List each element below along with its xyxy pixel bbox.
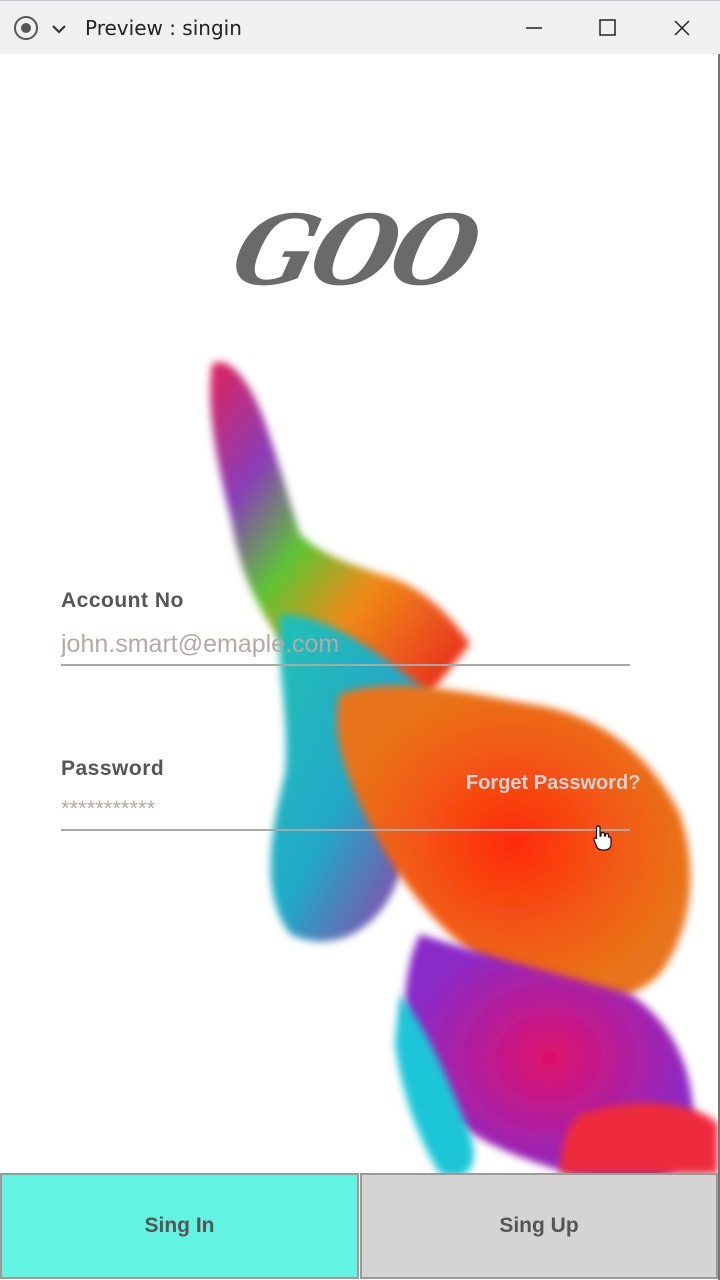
sign-up-button[interactable]: Sing Up — [360, 1173, 718, 1279]
logo-text: GOO — [221, 194, 488, 307]
chevron-down-icon[interactable] — [50, 20, 68, 38]
window-title: Preview : singin — [85, 16, 242, 40]
account-input[interactable] — [61, 624, 630, 666]
goo-logo: GOO — [222, 194, 487, 324]
close-icon[interactable] — [667, 13, 697, 43]
title-bar: Preview : singin — [0, 0, 720, 54]
signin-screen: GOO Account No Password Forget Password?… — [0, 54, 720, 1280]
forget-password-link[interactable]: Forget Password? — [466, 772, 640, 795]
hand-cursor-icon — [593, 825, 612, 851]
app-window: Preview : singin GOO Account No john.sma… — [0, 0, 720, 1280]
password-label: Password — [61, 757, 165, 780]
maximize-icon[interactable] — [592, 13, 622, 43]
record-icon[interactable] — [13, 15, 39, 41]
minimize-icon[interactable] — [520, 13, 550, 43]
password-input[interactable] — [61, 789, 630, 831]
account-label: Account No — [61, 589, 184, 612]
sign-in-button[interactable]: Sing In — [0, 1173, 359, 1279]
